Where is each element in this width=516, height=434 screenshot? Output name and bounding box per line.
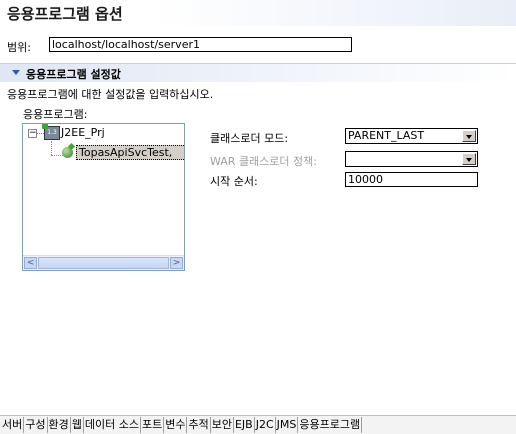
tab-j2c[interactable]: J2C (255, 417, 276, 433)
start-order-label: 시작 순서: (210, 175, 258, 188)
tab-jms[interactable]: JMS (276, 417, 299, 433)
tree-node-j2ee-prj[interactable]: J2EE_Prj (61, 126, 105, 139)
chevron-down-icon[interactable] (462, 130, 476, 142)
tab-config[interactable]: 구성 (24, 417, 48, 433)
war-classloader-policy-select[interactable] (345, 151, 478, 167)
section-description: 응용프로그램에 대한 설정값을 입력하십시오. (7, 88, 214, 101)
scope-label: 범위: (7, 41, 31, 54)
tree-connector (51, 155, 63, 156)
tab-web[interactable]: 웹 (71, 417, 84, 433)
applications-tree[interactable]: − 1.3 J2EE_Prj TopasApiSvcTest, < > (22, 123, 185, 271)
page-title-bar: 응용프로그램 옵션 (0, 0, 516, 26)
scrollbar-thumb[interactable] (38, 257, 169, 269)
tab-server[interactable]: 서버 (0, 417, 25, 433)
bottom-tab-bar: 서버 구성 환경 웹 데이터 소스 포트 변수 추적 보안 EJB J2C JMS 응용프로그램 (0, 415, 516, 434)
section-title: 응용프로그램 설정값 (26, 68, 121, 81)
classloader-mode-select[interactable]: PARENT_LAST (345, 128, 478, 144)
tree-node-topas-api-svc-test[interactable]: TopasApiSvcTest, (79, 146, 172, 159)
classloader-mode-value: PARENT_LAST (348, 129, 425, 142)
classloader-mode-label: 클래스로더 모드: (210, 132, 289, 145)
start-order-input[interactable]: 10000 (345, 172, 478, 187)
tab-ejb[interactable]: EJB (234, 417, 255, 433)
horizontal-scrollbar[interactable]: < > (23, 255, 184, 270)
scroll-left-icon[interactable]: < (24, 257, 37, 269)
war-classloader-policy-label: WAR 클래스로더 정책: (210, 155, 317, 168)
tree-collapse-icon[interactable]: − (28, 129, 37, 138)
tab-applications[interactable]: 응용프로그램 (298, 417, 363, 433)
page-title: 응용프로그램 옵션 (7, 5, 123, 23)
applications-label: 응용프로그램: (23, 108, 88, 121)
scope-field[interactable]: localhost/localhost/server1 (49, 37, 352, 52)
tab-ports[interactable]: 포트 (141, 417, 165, 433)
tree-connector (37, 133, 44, 134)
chevron-down-icon[interactable] (462, 153, 476, 165)
tab-environment[interactable]: 환경 (48, 417, 71, 433)
tab-trace[interactable]: 추적 (187, 417, 211, 433)
tab-data-source[interactable]: 데이터 소스 (84, 417, 141, 433)
tab-security[interactable]: 보안 (211, 417, 234, 433)
tree-connector (51, 141, 52, 155)
j2ee-project-icon: 1.3 (42, 124, 60, 140)
tab-variables[interactable]: 변수 (164, 417, 188, 433)
web-module-globe-icon (62, 147, 73, 158)
section-header[interactable]: 응용프로그램 설정값 (0, 63, 516, 82)
collapse-twisty-icon[interactable] (12, 70, 20, 75)
scroll-right-icon[interactable]: > (170, 257, 183, 269)
